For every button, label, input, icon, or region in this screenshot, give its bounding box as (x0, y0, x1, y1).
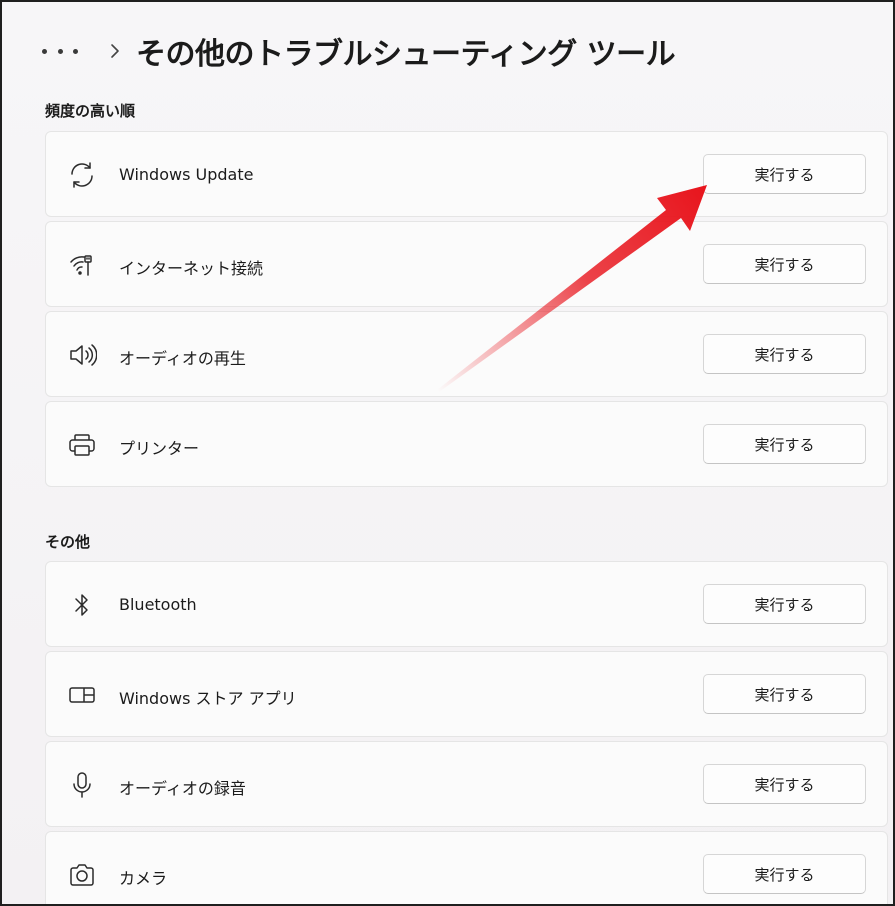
run-button-bluetooth[interactable]: 実行する (703, 584, 866, 624)
troubleshooter-store-apps: Windows ストア アプリ 実行する (45, 651, 888, 737)
troubleshooter-camera: カメラ 実行する (45, 831, 888, 904)
page-title: その他のトラブルシューティング ツール (136, 37, 676, 72)
camera-icon (66, 859, 98, 891)
settings-window: その他のトラブルシューティング ツール 頻度の高い順 Windows Updat… (0, 0, 895, 906)
run-button-windows-update[interactable]: 実行する (703, 154, 866, 194)
troubleshooter-printer: プリンター 実行する (45, 401, 888, 487)
troubleshooter-audio-recording: オーディオの録音 実行する (45, 741, 888, 827)
breadcrumb: その他のトラブルシューティング ツール (42, 26, 676, 76)
chevron-right-icon (104, 39, 126, 63)
troubleshooter-bluetooth: Bluetooth 実行する (45, 561, 888, 647)
wifi-ethernet-icon (66, 249, 98, 281)
run-button-internet[interactable]: 実行する (703, 244, 866, 284)
section-label-other: その他 (45, 533, 91, 551)
refresh-icon (66, 159, 98, 191)
troubleshooter-label: オーディオの再生 (119, 349, 246, 368)
troubleshooter-label: カメラ (119, 869, 168, 888)
microphone-icon (66, 769, 98, 801)
troubleshooter-label: Windows ストア アプリ (119, 689, 297, 708)
speaker-icon (66, 339, 98, 371)
troubleshooter-windows-update: Windows Update 実行する (45, 131, 888, 217)
run-button-store-apps[interactable]: 実行する (703, 674, 866, 714)
bluetooth-icon (66, 589, 98, 621)
run-button-audio-playback[interactable]: 実行する (703, 334, 866, 374)
more-dots-icon[interactable] (42, 39, 78, 63)
troubleshooter-label: Windows Update (119, 165, 254, 184)
troubleshooter-label: Bluetooth (119, 595, 197, 614)
run-button-audio-recording[interactable]: 実行する (703, 764, 866, 804)
troubleshooter-label: プリンター (119, 439, 200, 458)
run-button-camera[interactable]: 実行する (703, 854, 866, 894)
store-app-icon (66, 679, 98, 711)
printer-icon (66, 429, 98, 461)
run-button-printer[interactable]: 実行する (703, 424, 866, 464)
troubleshooter-internet: インターネット接続 実行する (45, 221, 888, 307)
troubleshooter-label: オーディオの録音 (119, 779, 246, 798)
troubleshooter-label: インターネット接続 (119, 259, 264, 278)
troubleshooter-audio-playback: オーディオの再生 実行する (45, 311, 888, 397)
section-label-frequent: 頻度の高い順 (45, 102, 136, 120)
